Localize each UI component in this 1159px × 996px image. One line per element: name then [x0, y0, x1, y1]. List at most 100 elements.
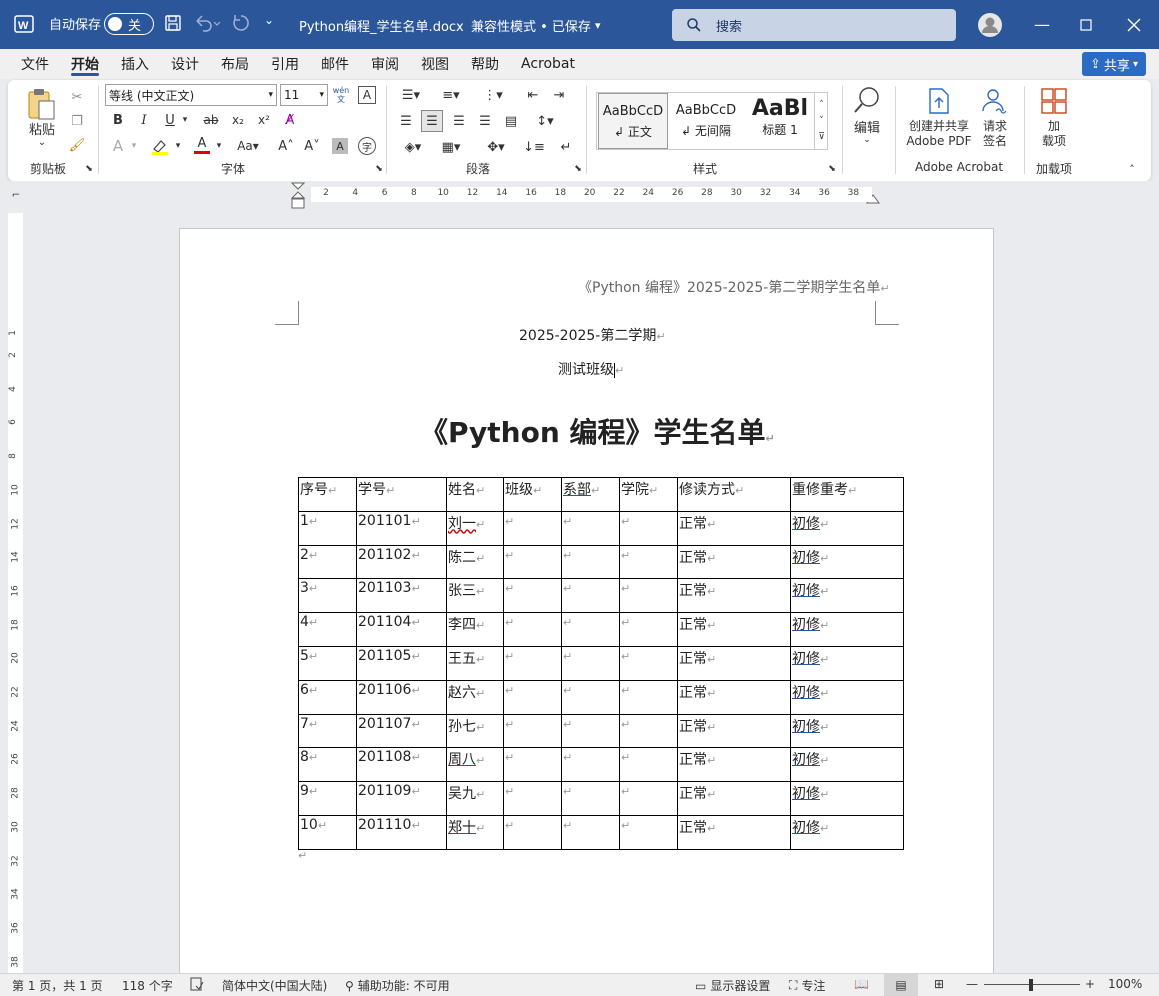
- table-cell[interactable]: ↵: [503, 612, 562, 647]
- header-cell[interactable]: 重修重考↵: [790, 477, 904, 512]
- change-case-button[interactable]: Aa▾: [232, 136, 264, 156]
- align-left-icon[interactable]: ☰: [396, 110, 416, 132]
- tab-layout[interactable]: 布局: [210, 49, 260, 79]
- underline-button[interactable]: U: [160, 110, 180, 130]
- sort-icon[interactable]: ↓≡: [523, 136, 545, 158]
- table-cell[interactable]: ↵: [561, 747, 620, 783]
- zoom-slider-thumb[interactable]: [1029, 979, 1033, 991]
- table-cell[interactable]: ↵: [619, 747, 678, 783]
- justify-icon[interactable]: ☰: [475, 110, 495, 132]
- table-cell[interactable]: 初修↵: [790, 544, 904, 580]
- tab-file[interactable]: 文件: [10, 49, 60, 79]
- font-name-select[interactable]: 等线 (中文正文) ▾: [105, 84, 277, 106]
- document-canvas[interactable]: 《Python 编程》2025-2025-第二学期学生名单↵ 2025-2025…: [31, 213, 1159, 973]
- table-cell[interactable]: 7↵: [298, 713, 357, 749]
- page-header[interactable]: 《Python 编程》2025-2025-第二学期学生名单↵: [578, 277, 890, 297]
- enclose-characters-icon[interactable]: 字: [358, 137, 376, 155]
- table-cell[interactable]: 201107↵: [356, 713, 447, 749]
- superscript-button[interactable]: x²: [254, 110, 274, 130]
- bold-button[interactable]: B: [108, 110, 128, 130]
- table-cell[interactable]: 正常↵: [677, 747, 791, 783]
- table-cell[interactable]: 201105↵: [356, 645, 447, 681]
- page-count[interactable]: 第 1 页，共 1 页: [12, 977, 103, 994]
- table-cell[interactable]: 郑十↵: [446, 814, 504, 850]
- header-cell[interactable]: 序号↵: [298, 477, 357, 512]
- table-cell[interactable]: 2↵: [298, 544, 357, 580]
- create-pdf-label[interactable]: 创建并共享: [902, 118, 976, 133]
- maximize-button[interactable]: [1062, 0, 1110, 49]
- align-center-icon[interactable]: ☰: [421, 110, 443, 132]
- align-right-icon[interactable]: ☰: [449, 110, 469, 132]
- header-cell[interactable]: 学号↵: [356, 477, 447, 512]
- tab-review[interactable]: 审阅: [360, 49, 410, 79]
- close-button[interactable]: [1110, 0, 1158, 49]
- student-table[interactable]: 序号↵ 学号↵ 姓名↵ 班级↵ 系部↵ 学院↵ 修读方式↵ 重修重考↵ 1↵ 201101↵ 刘一↵…: [298, 477, 904, 850]
- decrease-indent-icon[interactable]: ⇤: [523, 84, 543, 106]
- table-cell[interactable]: ↵: [503, 544, 562, 580]
- numbering-icon[interactable]: ≡▾: [436, 84, 466, 106]
- chevron-down-icon[interactable]: ▾: [179, 110, 191, 130]
- table-cell[interactable]: 王五↵: [446, 645, 504, 681]
- shrink-font-icon[interactable]: A˅: [302, 136, 322, 156]
- table-cell[interactable]: 8↵: [298, 747, 357, 783]
- table-cell[interactable]: ↵: [619, 814, 678, 850]
- table-cell[interactable]: 初修↵: [790, 578, 904, 614]
- minimize-button[interactable]: —: [1018, 0, 1066, 49]
- paste-icon[interactable]: [26, 86, 56, 122]
- document-page[interactable]: 《Python 编程》2025-2025-第二学期学生名单↵ 2025-2025…: [179, 228, 994, 973]
- table-cell[interactable]: 3↵: [298, 578, 357, 614]
- table-cell[interactable]: ↵: [561, 578, 620, 614]
- header-cell[interactable]: 修读方式↵: [677, 477, 791, 512]
- table-cell[interactable]: ↵: [619, 510, 678, 546]
- italic-button[interactable]: I: [134, 110, 154, 130]
- table-cell[interactable]: 正常↵: [677, 781, 791, 816]
- chevron-down-icon[interactable]: ⌄: [860, 134, 874, 146]
- proofing-icon[interactable]: [190, 977, 204, 991]
- table-cell[interactable]: ↵: [619, 713, 678, 749]
- shading-icon[interactable]: ◈▾: [398, 136, 428, 158]
- character-shading-icon[interactable]: A: [332, 138, 348, 154]
- tab-help[interactable]: 帮助: [460, 49, 510, 79]
- add-ins-label[interactable]: 加: [1038, 118, 1070, 133]
- style-heading1[interactable]: AaBl 标题 1: [745, 93, 815, 149]
- line-spacing-icon[interactable]: ↕▾: [530, 110, 560, 132]
- table-cell[interactable]: 5↵: [298, 645, 357, 681]
- focus-mode[interactable]: ⛶ 专注: [789, 977, 825, 994]
- style-normal[interactable]: AaBbCcD ↲ 正文: [598, 93, 668, 149]
- header-cell[interactable]: 姓名↵: [446, 477, 504, 512]
- table-cell[interactable]: 9↵: [298, 781, 357, 816]
- table-cell[interactable]: ↵: [561, 645, 620, 681]
- request-signature-icon[interactable]: [980, 86, 1010, 116]
- tab-home[interactable]: 开始: [60, 49, 110, 79]
- table-cell[interactable]: ↵: [561, 544, 620, 580]
- dialog-launcher-icon[interactable]: ⬊: [827, 164, 837, 174]
- zoom-in-button[interactable]: +: [1085, 977, 1095, 991]
- dialog-launcher-icon[interactable]: ⬊: [84, 164, 94, 174]
- web-layout-icon[interactable]: ⊞: [934, 977, 944, 991]
- table-cell[interactable]: ↵: [561, 510, 620, 546]
- borders-icon[interactable]: ▦▾: [436, 136, 466, 158]
- table-cell[interactable]: 正常↵: [677, 814, 791, 850]
- table-cell[interactable]: ↵: [619, 544, 678, 580]
- request-signature-label[interactable]: 请求: [978, 118, 1012, 133]
- table-cell[interactable]: ↵: [503, 578, 562, 614]
- table-cell[interactable]: ↵: [561, 612, 620, 647]
- table-cell[interactable]: 正常↵: [677, 679, 791, 715]
- table-cell[interactable]: 201102↵: [356, 544, 447, 580]
- word-count[interactable]: 118 个字: [122, 977, 173, 994]
- table-cell[interactable]: 陈二↵: [446, 544, 504, 580]
- highlight-color-icon[interactable]: [150, 136, 170, 156]
- table-cell[interactable]: 初修↵: [790, 814, 904, 850]
- redo-icon[interactable]: [231, 13, 251, 33]
- table-cell[interactable]: ↵: [561, 814, 620, 850]
- create-pdf-icon[interactable]: [926, 86, 952, 116]
- search-box[interactable]: 搜索: [672, 9, 956, 41]
- increase-indent-icon[interactable]: ⇥: [549, 84, 569, 106]
- table-cell[interactable]: ↵: [503, 679, 562, 715]
- read-mode-icon[interactable]: 📖: [854, 977, 869, 991]
- tab-design[interactable]: 设计: [160, 49, 210, 79]
- table-cell[interactable]: ↵: [619, 679, 678, 715]
- strikethrough-button[interactable]: ab: [200, 110, 222, 130]
- word-app-icon[interactable]: W: [14, 14, 34, 34]
- table-cell[interactable]: 孙七↵: [446, 713, 504, 749]
